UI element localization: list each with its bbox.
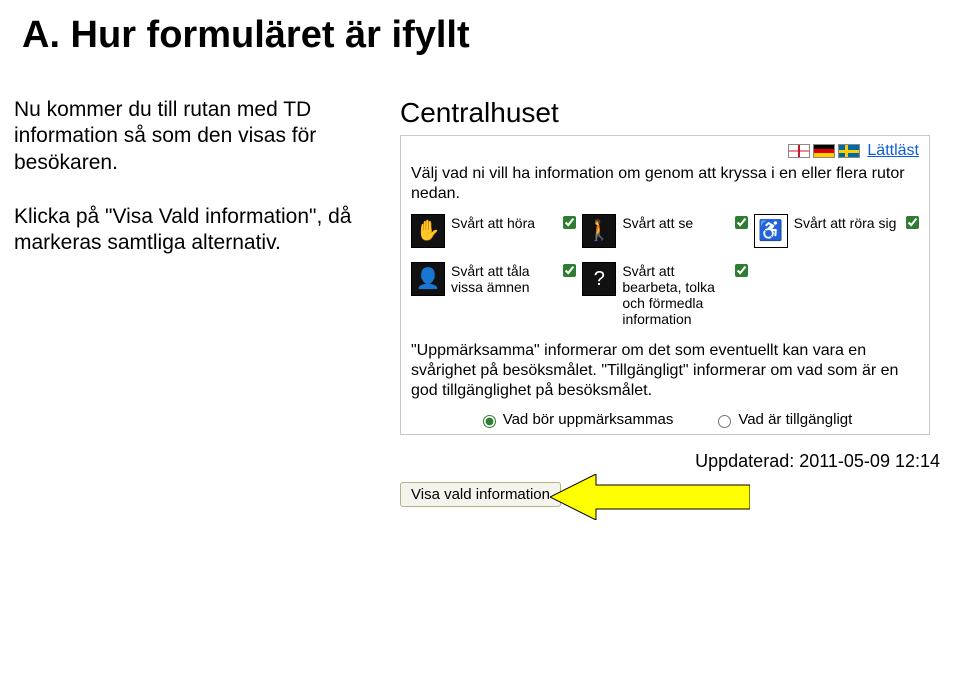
option-label: Svårt att tåla vissa ämnen bbox=[451, 262, 555, 295]
language-row: Lättläst bbox=[411, 142, 919, 160]
option-see: 🚶 Svårt att se bbox=[582, 214, 747, 248]
flag-de-icon[interactable] bbox=[813, 144, 835, 158]
head-icon: 👤 bbox=[411, 262, 445, 296]
easy-read-link[interactable]: Lättläst bbox=[867, 142, 919, 160]
instructions: Nu kommer du till rutan med TD informati… bbox=[14, 97, 394, 284]
option-move-checkbox[interactable] bbox=[906, 216, 919, 229]
radio-accessible-label: Vad är tillgängligt bbox=[738, 411, 852, 428]
radio-attention-label: Vad bör uppmärksammas bbox=[503, 411, 674, 428]
radio-attention[interactable]: Vad bör uppmärksammas bbox=[478, 411, 674, 428]
show-selected-info-button[interactable]: Visa vald information bbox=[400, 482, 561, 507]
info-panel: Lättläst Välj vad ni vill ha information… bbox=[400, 135, 930, 435]
updated-text: Uppdaterad: 2011-05-09 12:14 bbox=[400, 451, 940, 472]
flag-se-icon[interactable] bbox=[838, 144, 860, 158]
wheelchair-icon: ♿ bbox=[754, 214, 788, 248]
option-substances: 👤 Svårt att tåla vissa ämnen bbox=[411, 262, 576, 327]
instruction-line-1: Nu kommer du till rutan med TD informati… bbox=[14, 97, 394, 176]
option-process: ? Svårt att bearbeta, tolka och förmedla… bbox=[582, 262, 747, 327]
option-label: Svårt att röra sig bbox=[794, 214, 898, 231]
question-icon: ? bbox=[582, 262, 616, 296]
eye-icon: 🚶 bbox=[582, 214, 616, 248]
radio-accessible-input[interactable] bbox=[718, 415, 731, 428]
ear-icon: ✋ bbox=[411, 214, 445, 248]
panel-intro: Välj vad ni vill ha information om genom… bbox=[411, 164, 919, 204]
panel-explanation: "Uppmärksamma" informerar om det som eve… bbox=[411, 341, 919, 401]
option-process-checkbox[interactable] bbox=[735, 264, 748, 277]
option-move: ♿ Svårt att röra sig bbox=[754, 214, 919, 248]
page-title: A. Hur formuläret är ifyllt bbox=[22, 14, 946, 57]
option-label: Svårt att bearbeta, tolka och förmedla i… bbox=[622, 262, 726, 327]
highlight-arrow-icon bbox=[550, 474, 750, 520]
option-label: Svårt att se bbox=[622, 214, 726, 231]
panel-heading: Centralhuset bbox=[400, 97, 946, 129]
option-see-checkbox[interactable] bbox=[735, 216, 748, 229]
option-label: Svårt att höra bbox=[451, 214, 555, 231]
instruction-line-2: Klicka på "Visa Vald information", då ma… bbox=[14, 204, 394, 257]
option-hear: ✋ Svårt att höra bbox=[411, 214, 576, 248]
flag-uk-icon[interactable] bbox=[788, 144, 810, 158]
radio-attention-input[interactable] bbox=[483, 415, 496, 428]
radio-accessible[interactable]: Vad är tillgängligt bbox=[713, 411, 852, 428]
option-substances-checkbox[interactable] bbox=[563, 264, 576, 277]
option-hear-checkbox[interactable] bbox=[563, 216, 576, 229]
